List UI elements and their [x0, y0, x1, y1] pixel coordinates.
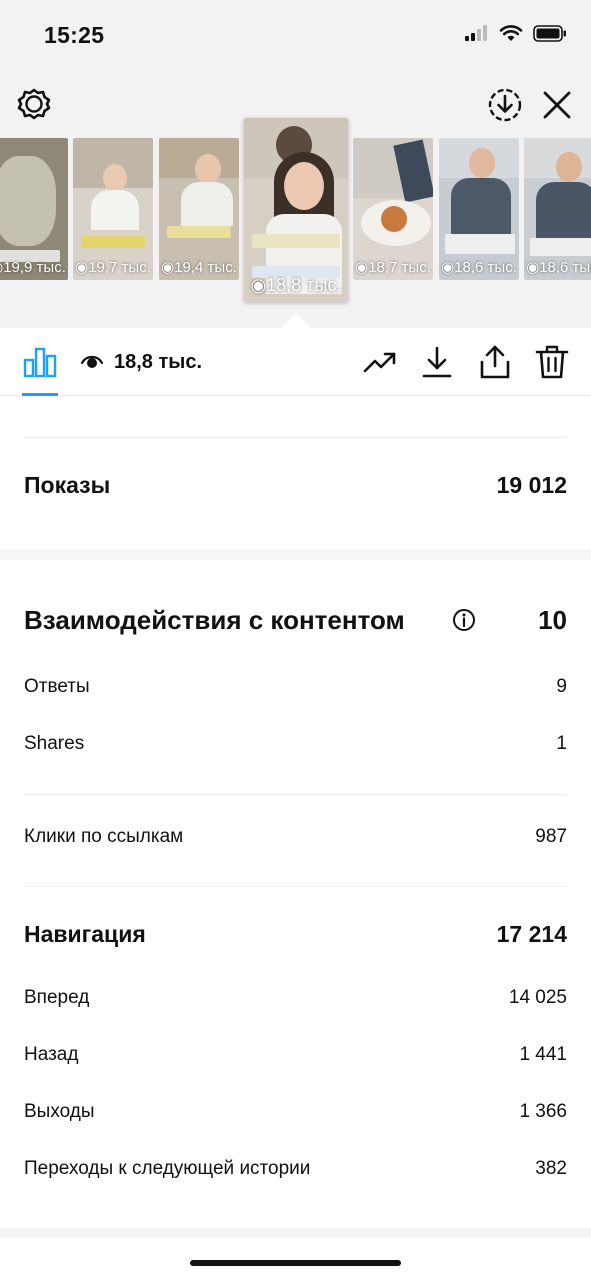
interactions-value: 10 — [538, 605, 567, 635]
settings-button[interactable] — [16, 86, 52, 122]
back-value: 1 441 — [519, 1044, 567, 1065]
save-icon — [488, 88, 522, 122]
story-views: ◉18,8 тыс. — [250, 275, 342, 295]
story-views: ◉19,9 тыс. — [0, 259, 66, 276]
delete-icon — [535, 345, 569, 379]
share-button[interactable] — [477, 344, 513, 380]
settings-icon — [17, 88, 51, 120]
status-icons — [465, 24, 567, 42]
active-tab-underline — [22, 393, 58, 396]
share-icon — [480, 345, 510, 379]
story-thumbnail[interactable]: ◉19,7 тыс. — [73, 138, 153, 280]
promote-button[interactable] — [362, 344, 398, 380]
status-time: 15:25 — [44, 22, 105, 48]
story-views: ◉19,7 тыс. — [75, 259, 151, 276]
navigation-value: 17 214 — [496, 921, 567, 947]
story-views: ◉18,7 тыс. — [355, 259, 431, 276]
story-thumbnail[interactable]: ◉18,7 тыс. — [353, 138, 433, 280]
link-clicks-label: Клики по ссылкам — [24, 826, 184, 847]
selection-pointer — [281, 313, 311, 328]
cellular-signal-icon — [465, 25, 487, 41]
home-indicator[interactable] — [190, 1260, 401, 1266]
story-toolbar: 18,8 тыс. — [0, 328, 591, 396]
divider — [24, 794, 567, 795]
story-views: ◉18,6 тыс. — [441, 259, 517, 276]
story-thumbnail[interactable]: ◉18,6 тыс. — [524, 138, 591, 280]
impressions-label: Показы — [24, 472, 111, 498]
forward-label: Вперед — [24, 987, 90, 1008]
story-thumbnail-active[interactable]: ◉18,8 тыс. — [244, 118, 348, 302]
status-bar: 15:25 — [0, 0, 591, 72]
back-label: Назад — [24, 1044, 79, 1065]
story-thumbnail[interactable]: ◉18,6 тыс. — [439, 138, 519, 280]
replies-label: Ответы — [24, 676, 90, 697]
story-carousel-area: ◉19,9 тыс. ◉19,7 тыс. ◉19,4 тыс. ◉18,8 т… — [0, 72, 591, 328]
story-views: ◉19,4 тыс. — [161, 259, 237, 276]
replies-value: 9 — [556, 676, 567, 697]
save-button[interactable] — [486, 86, 524, 124]
divider — [24, 437, 567, 438]
forward-value: 14 025 — [508, 987, 567, 1008]
download-button[interactable] — [419, 344, 455, 380]
story-thumbnail[interactable]: ◉19,9 тыс. — [0, 138, 68, 280]
impressions-value: 19 012 — [496, 472, 567, 498]
delete-button[interactable] — [534, 344, 570, 380]
section-separator — [0, 1228, 591, 1238]
next-story-value: 382 — [535, 1158, 567, 1179]
battery-icon — [533, 24, 566, 42]
insights-icon — [23, 347, 57, 378]
shares-value: 1 — [556, 733, 567, 754]
navigation-label: Навигация — [24, 921, 146, 947]
shares-label: Shares — [24, 733, 85, 754]
wifi-icon — [499, 25, 523, 41]
divider — [24, 886, 567, 887]
exits-value: 1 366 — [519, 1101, 567, 1122]
close-button[interactable] — [540, 88, 574, 122]
info-icon[interactable] — [452, 608, 476, 632]
story-views: ◉18,6 тыс. — [526, 259, 591, 276]
exits-label: Выходы — [24, 1101, 95, 1122]
interactions-label: Взаимодействия с контентом — [24, 605, 405, 635]
story-thumbnail[interactable]: ◉19,4 тыс. — [159, 138, 239, 280]
view-count: 18,8 тыс. — [114, 351, 203, 373]
promote-icon — [363, 352, 396, 373]
eye-icon — [80, 355, 104, 368]
link-clicks-value: 987 — [535, 826, 567, 847]
close-icon — [543, 91, 571, 119]
next-story-label: Переходы к следующей истории — [24, 1158, 311, 1179]
insights-tab[interactable] — [22, 346, 58, 378]
section-separator — [0, 550, 591, 560]
download-icon — [422, 346, 452, 378]
